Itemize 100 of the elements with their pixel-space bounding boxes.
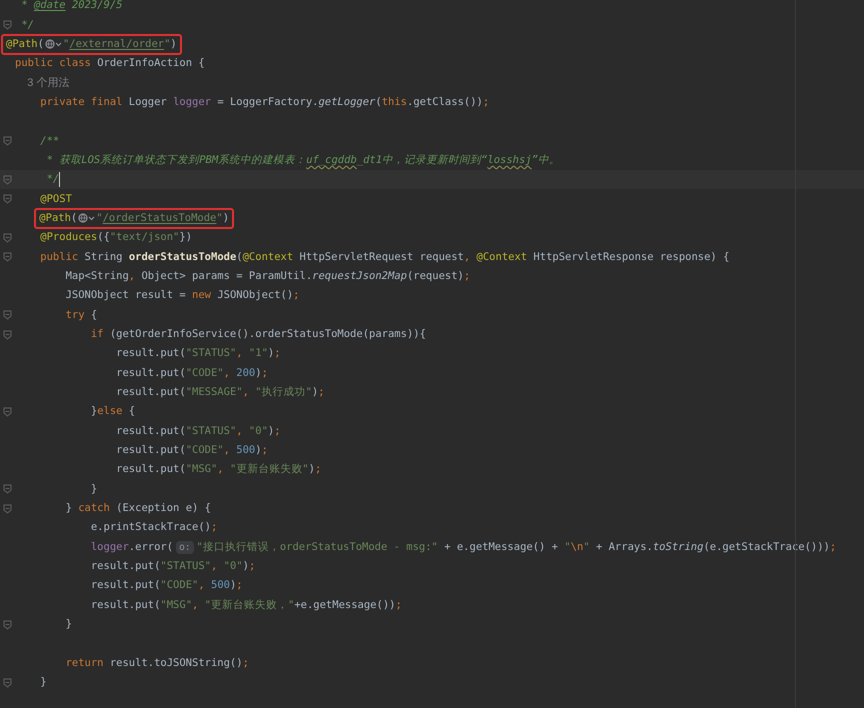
fold-marker-icon[interactable] [3,194,12,204]
string-literal: "CODE" [186,443,224,458]
code-text: ( [38,36,44,52]
string-literal: "1" [248,346,268,362]
fold-marker-icon[interactable] [3,136,12,146]
string-literal: " [216,210,223,226]
fold-marker-icon[interactable] [3,174,12,185]
fold-marker-icon[interactable] [3,406,12,417]
fold-marker-icon[interactable] [3,252,12,262]
code-text: Object> params = ParamUtil. [141,268,312,284]
code-text: +e.getMessage()) [294,598,396,613]
code-text: (request) [406,268,464,284]
code-text: = LoggerFactory. [216,94,318,110]
comment-text: _dt1中，记录更新时间到“ [356,152,488,168]
string-literal: "CODE" [160,578,198,594]
comment-text: /** [39,134,60,149]
string-literal: " [564,540,571,555]
keyword: private final [39,94,124,110]
static-method: getLogger [318,94,376,110]
escape-sequence: \n [570,540,584,555]
code-text: + e.getMessage() + [443,540,559,555]
code-text: JSONObject() [217,288,294,304]
punctuation: ; [293,288,300,304]
code-text: ) [170,36,177,52]
fold-marker-icon[interactable] [3,310,12,320]
code-text: ( [375,94,382,110]
string-literal: "更新台账失败，" [204,598,294,613]
code-text: } [90,482,98,497]
keyword: if [90,327,105,342]
string-literal: "STATUS" [186,424,236,439]
code-text: (Exception e) { [116,501,211,516]
usage-hint: 3 个用法 [26,76,70,91]
punctuation: ; [395,598,402,613]
string-literal: "STATUS" [160,559,211,574]
misspelled-word: losshsj [487,152,532,168]
punctuation: , [224,366,231,381]
annotation: @Context [242,250,294,265]
code-text: ({ [97,230,110,246]
fold-marker-icon[interactable] [3,232,12,243]
number-literal: 200 [236,366,256,381]
code-text: e.printStackTrace() [90,520,211,536]
string-literal: " [62,36,70,52]
code-text: .getClass()) [407,94,483,110]
punctuation: , [224,443,231,458]
path-link[interactable]: /orderStatusToMode [102,208,216,228]
code-text: Logger [128,94,168,110]
punctuation: ; [242,656,249,671]
code-text: ) [222,210,230,226]
string-literal: "text/json" [110,230,180,246]
punctuation: , [198,578,206,594]
string-literal: "CODE" [186,366,224,381]
code-text: result.put( [115,346,186,362]
code-text: } [39,675,47,690]
code-text: OrderInfoAction { [97,56,205,72]
comment-text: */ [46,172,60,188]
code-text: }) [179,230,192,246]
number-literal: 500 [211,578,230,594]
code-text: { [90,308,98,323]
fold-marker-icon[interactable] [3,504,12,514]
parameter-hint[interactable]: o: [176,540,194,554]
fold-marker-icon[interactable] [3,484,12,494]
code-text: ) [312,385,318,400]
code-text: String [84,250,124,265]
string-literal: "MSG" [186,462,218,478]
doc-tag: @date [34,0,66,16]
globe-dropdown-icon[interactable] [44,39,62,50]
fold-marker-icon[interactable] [3,20,12,30]
fold-marker-icon[interactable] [3,330,12,340]
keyword: else [97,404,124,420]
punctuation: ; [318,385,325,400]
annotation: @POST [39,192,72,207]
code-text: JSONObject result = [64,288,187,304]
punctuation: ; [210,520,218,536]
keyword: public [39,250,80,265]
method-name: orderStatusToMode [128,250,236,265]
code-text: ) [230,578,236,594]
code-text: ) [255,443,262,458]
code-editor[interactable] [0,0,864,708]
keyword: this [382,94,407,110]
keyword: public class [15,56,92,72]
fold-marker-icon[interactable] [3,678,12,688]
path-link[interactable]: /external/order [69,34,164,54]
fold-marker-icon[interactable] [3,620,12,630]
text-cursor [59,172,60,188]
annotation: @Path [39,210,71,226]
punctuation: ; [236,578,243,594]
punctuation: ; [464,268,470,284]
code-text: result.put( [115,385,186,400]
code-text: } [64,501,73,516]
static-method: requestJson2Map [312,268,407,284]
code-text: ) [242,559,249,574]
code-text: ) [268,346,274,362]
string-literal: "STATUS" [186,346,236,362]
code-text: (getOrderInfoService().orderStatusToMode(params)){ [110,327,426,342]
string-literal: "MESSAGE" [186,385,243,400]
code-text: ( [70,210,78,226]
number-literal: 500 [236,443,256,458]
code-text: result.put( [90,559,160,574]
globe-dropdown-icon[interactable] [78,213,96,224]
code-text: ) [308,462,315,478]
